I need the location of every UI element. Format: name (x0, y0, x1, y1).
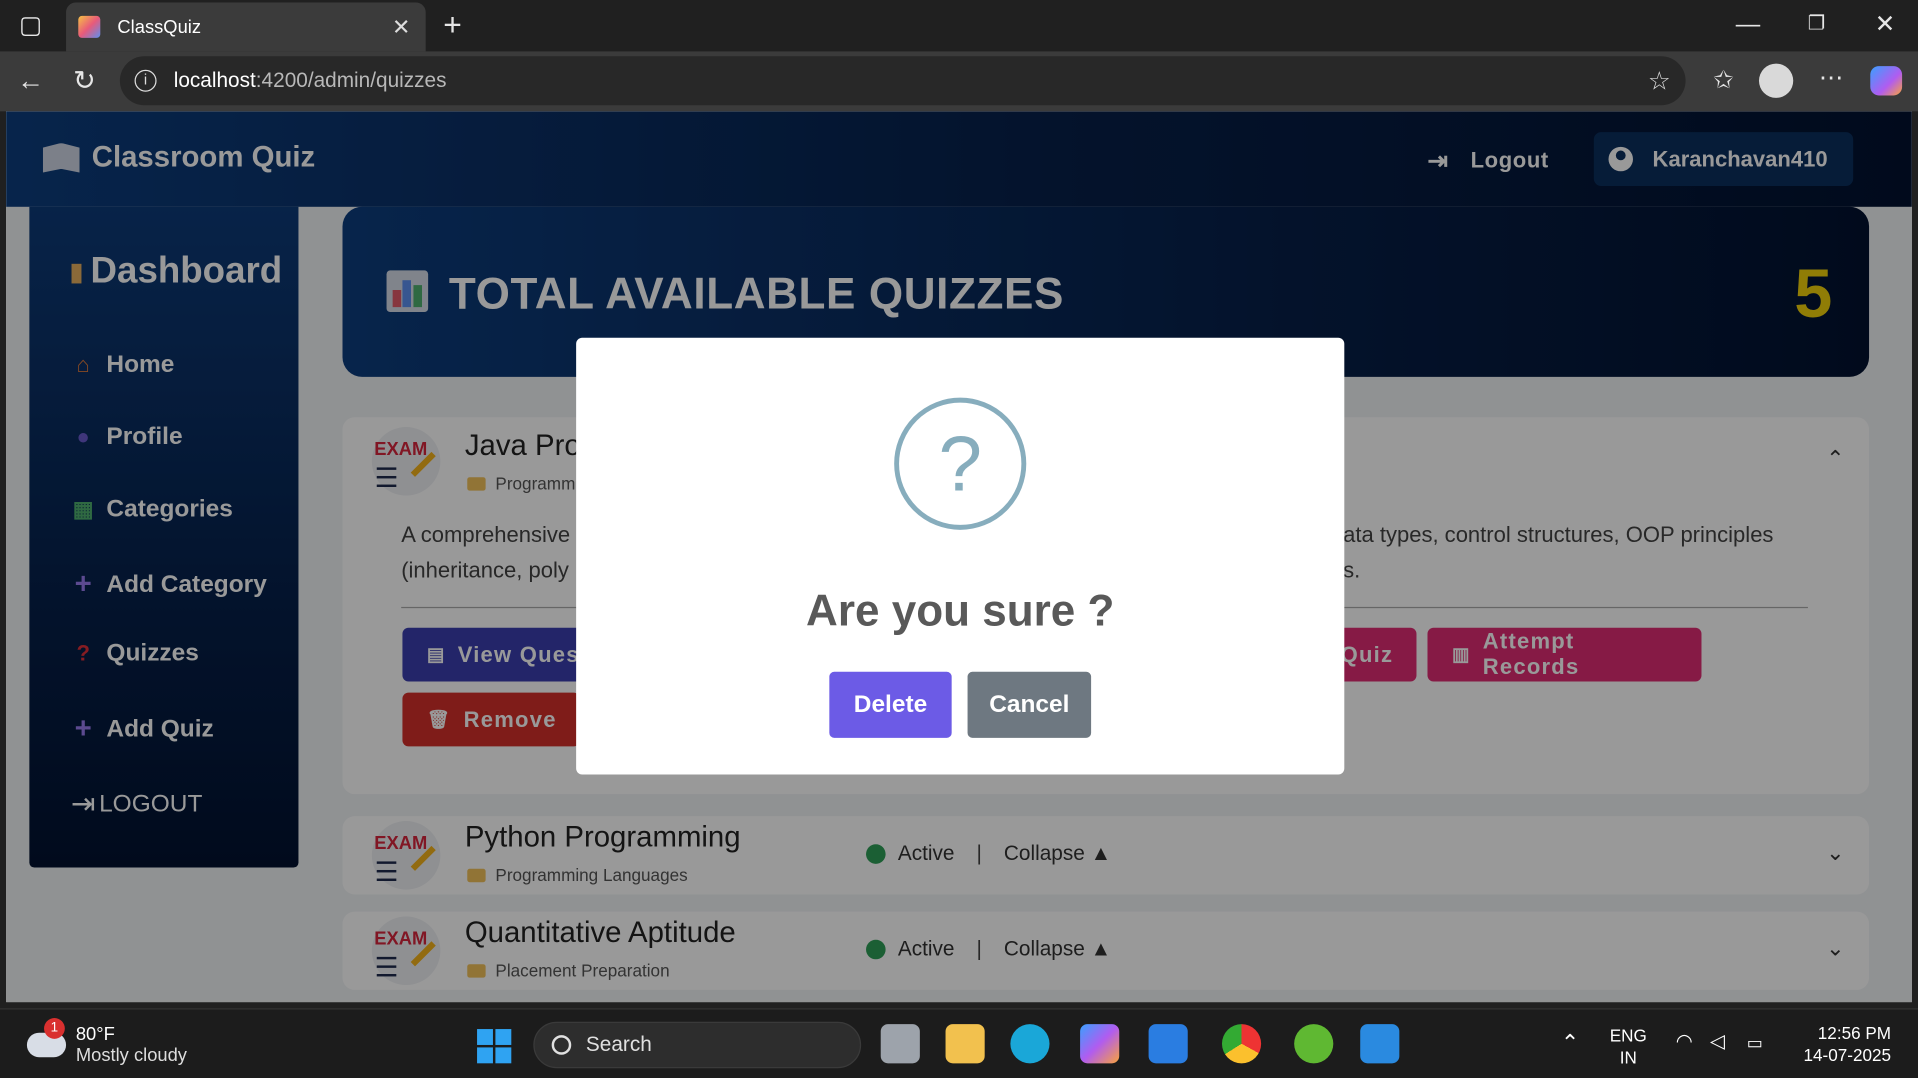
back-icon[interactable]: ← (15, 65, 47, 95)
clock[interactable]: 12:56 PM 14-07-2025 (1793, 1022, 1891, 1066)
browser-tab[interactable]: ClassQuiz ✕ (66, 2, 426, 52)
reload-icon[interactable]: ↻ (68, 65, 100, 95)
taskbar-search[interactable]: Search (533, 1021, 862, 1069)
browser-tab-bar: ▢ ClassQuiz ✕ + — ❐ ✕ (0, 0, 1918, 52)
weather-widget[interactable]: 1 80°F Mostly cloudy (26, 1018, 187, 1066)
search-icon (551, 1035, 572, 1055)
minimize-icon[interactable]: — (1732, 10, 1764, 39)
tab-title: ClassQuiz (117, 16, 202, 38)
question-mark-icon: ? (894, 397, 1027, 530)
store-icon[interactable] (1148, 1024, 1188, 1064)
close-tab-icon[interactable]: ✕ (389, 14, 413, 40)
language-indicator[interactable]: ENG IN (1610, 1024, 1647, 1068)
vscode-icon[interactable] (1360, 1024, 1400, 1064)
restore-icon[interactable]: ❐ (1801, 10, 1833, 39)
site-info-icon[interactable]: i (134, 69, 157, 92)
file-explorer-icon[interactable] (945, 1024, 985, 1064)
tab-actions-icon[interactable]: ▢ (15, 11, 47, 40)
favicon-icon (78, 15, 101, 38)
chrome-icon[interactable] (1221, 1024, 1262, 1064)
address-bar: ← ↻ i localhost:4200/admin/quizzes ☆ ✩ ⋯ (0, 51, 1918, 112)
copilot-icon[interactable] (1870, 66, 1903, 96)
more-menu-icon[interactable]: ⋯ (1815, 64, 1847, 93)
notification-badge: 1 (44, 1018, 65, 1039)
confirm-dialog: ? Are you sure ? Delete Cancel (576, 337, 1345, 775)
close-window-icon[interactable]: ✕ (1869, 10, 1901, 39)
favorites-icon[interactable]: ✩ (1708, 66, 1740, 95)
copilot-app-icon[interactable] (1080, 1024, 1120, 1064)
temperature: 80°F (75, 1024, 115, 1045)
wifi-icon[interactable]: ◠ (1676, 1032, 1693, 1054)
url-field[interactable]: i localhost:4200/admin/quizzes ☆ (119, 56, 1686, 106)
start-icon[interactable] (477, 1029, 512, 1064)
favorite-star-icon[interactable]: ☆ (1648, 65, 1671, 96)
edge-browser-icon[interactable] (1010, 1024, 1050, 1064)
cancel-button[interactable]: Cancel (967, 671, 1092, 738)
url-host: localhost (173, 68, 256, 92)
web-page: Classroom Quiz ⇥ Logout Karanchavan410 ▮… (6, 111, 1912, 1003)
new-tab-icon[interactable]: + (437, 9, 469, 41)
task-view-icon[interactable] (880, 1024, 920, 1064)
chevron-up-icon[interactable]: ⌃ (1561, 1032, 1579, 1054)
confirm-message: Are you sure ? (806, 584, 1115, 636)
cloud-icon: 1 (26, 1018, 67, 1058)
weather-condition: Mostly cloudy (75, 1044, 187, 1066)
taskbar: 1 80°F Mostly cloudy Search ⌃ ENG IN ◠ ◁… (0, 1008, 1918, 1078)
delete-button[interactable]: Delete (829, 671, 952, 738)
search-placeholder: Search (585, 1032, 652, 1056)
url-path: :4200/admin/quizzes (255, 68, 447, 92)
volume-icon[interactable]: ◁ (1710, 1032, 1725, 1054)
battery-icon[interactable]: ▭ (1747, 1032, 1763, 1054)
spring-tool-icon[interactable] (1294, 1024, 1334, 1064)
profile-avatar-icon[interactable] (1758, 63, 1794, 98)
